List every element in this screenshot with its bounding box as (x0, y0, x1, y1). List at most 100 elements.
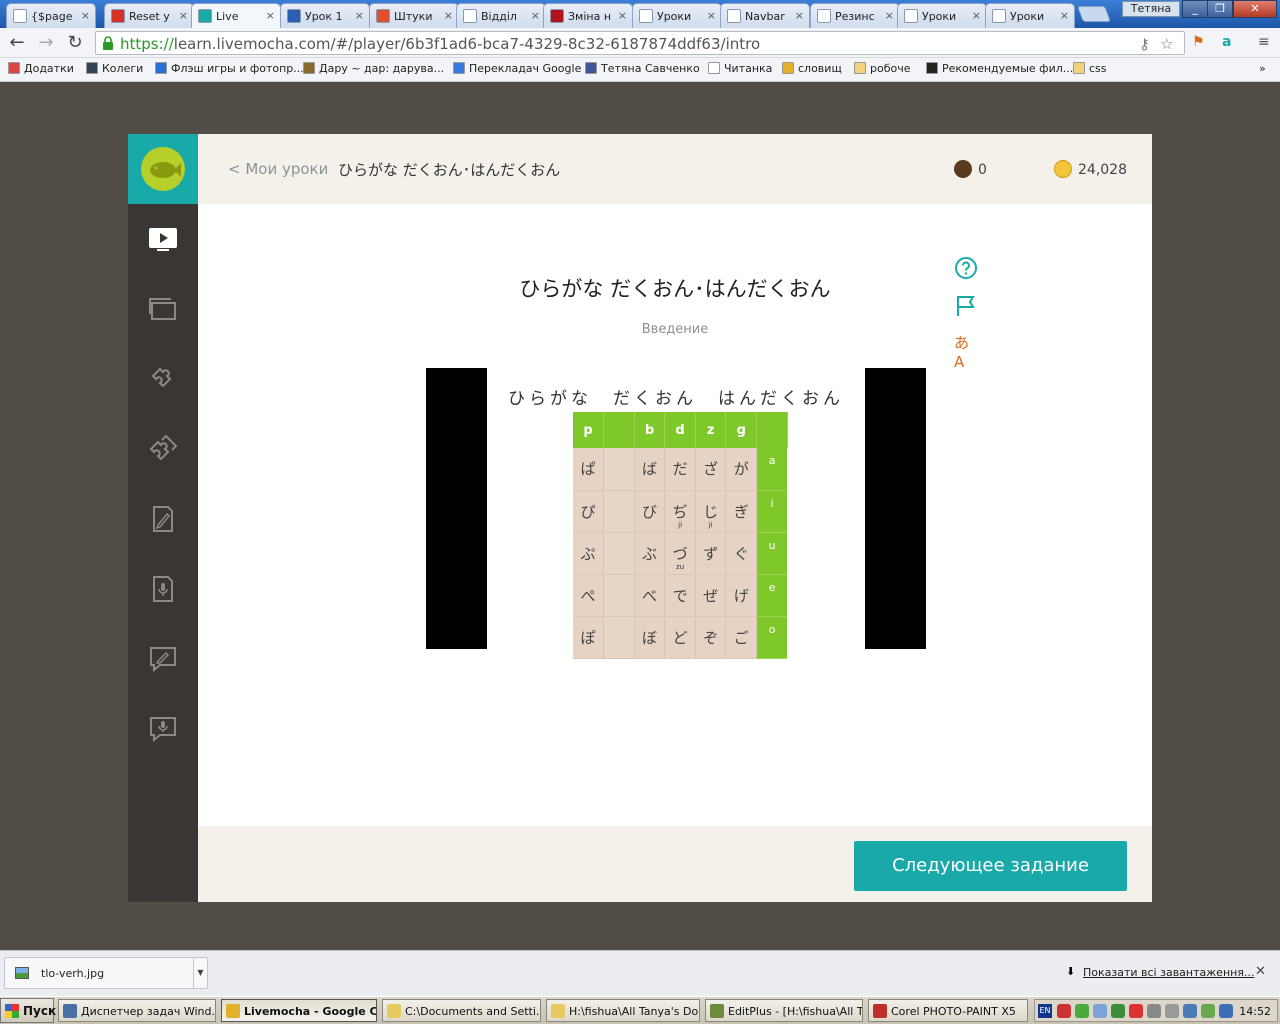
livemocha-icon (198, 9, 212, 23)
puzzle-activity-icon[interactable] (148, 364, 178, 394)
forward-arrow-icon[interactable]: → (35, 32, 57, 54)
close-tab-icon[interactable]: × (618, 9, 627, 22)
antivirus-icon[interactable] (1057, 1004, 1071, 1018)
browser-tab[interactable]: Уроки × (897, 3, 987, 28)
speak-submission-icon[interactable] (148, 714, 178, 744)
bookmark-item[interactable]: Читанка (708, 62, 772, 75)
windows-logo-icon (5, 1004, 19, 1018)
utorrent-icon[interactable] (1075, 1004, 1089, 1018)
kana-char: ぎ (733, 502, 749, 521)
vowel-cell: o (756, 616, 788, 659)
taskbar-button[interactable]: Livemocha - Google C... (221, 999, 377, 1022)
minimize-button[interactable]: _ (1182, 0, 1208, 18)
close-tab-icon[interactable]: × (972, 9, 981, 22)
taskbar-button[interactable]: EditPlus - [H:\fishua\All T... (705, 999, 863, 1022)
browser-tab[interactable]: Штуки × (369, 3, 459, 28)
browser-tab[interactable]: Reset y × (104, 3, 194, 28)
bookmark-item[interactable]: Тетяна Савченко (585, 62, 700, 75)
taskbar-button-label: Corel PHOTO-PAINT X5 (891, 1005, 1016, 1018)
help-icon[interactable] (954, 256, 978, 280)
flag-icon[interactable] (954, 294, 978, 318)
taskbar-button[interactable]: Corel PHOTO-PAINT X5 (868, 999, 1028, 1022)
close-tab-icon[interactable]: × (355, 9, 364, 22)
monitor-tray-icon[interactable] (1219, 1004, 1233, 1018)
close-tab-icon[interactable]: × (179, 9, 188, 22)
taskbar-button-label: EditPlus - [H:\fishua\All T... (728, 1005, 863, 1018)
browser-tab[interactable]: Резинс × (810, 3, 900, 28)
download-options-icon[interactable]: ▼ (193, 958, 207, 988)
close-window-button[interactable]: ✕ (1233, 0, 1277, 18)
browser-tab[interactable]: Navbar × (720, 3, 810, 28)
close-shelf-icon[interactable]: ✕ (1255, 964, 1266, 979)
extension-icon[interactable]: ⚑ (1192, 34, 1205, 50)
reload-icon[interactable]: ↻ (64, 32, 86, 54)
restore-button[interactable]: ❐ (1207, 0, 1233, 18)
browser-tab[interactable]: {$page × (6, 3, 96, 28)
bookmark-item[interactable]: css (1073, 62, 1107, 75)
settings-tray-icon[interactable] (1165, 1004, 1179, 1018)
kana-char: ご (733, 628, 749, 647)
bookmark-item[interactable]: Колеги (86, 62, 143, 75)
matching-activity-icon[interactable] (148, 434, 178, 464)
bookmark-item[interactable]: Рекомендуемые фил... (926, 62, 1073, 75)
menu-icon[interactable]: ≡ (1258, 34, 1270, 50)
new-tab-button[interactable] (1077, 6, 1111, 22)
close-tab-icon[interactable]: × (81, 9, 90, 22)
star-icon[interactable]: ☆ (1160, 35, 1173, 53)
next-task-button[interactable]: Следующее задание (854, 841, 1127, 891)
kana-cell: じ ji (695, 490, 727, 533)
start-button[interactable]: Пуск (0, 998, 56, 1023)
bookmark-item[interactable]: Дару ~ дар: дарува... (303, 62, 444, 75)
close-tab-icon[interactable]: × (266, 9, 275, 22)
bookmark-item[interactable]: словищ (782, 62, 842, 75)
close-tab-icon[interactable]: × (444, 9, 453, 22)
bookmark-item[interactable]: Флэш игры и фотопр... (155, 62, 304, 75)
taskbar-button[interactable]: C:\Documents and Setti... (382, 999, 541, 1022)
download-item[interactable]: tlo-verh.jpg ▼ (4, 957, 208, 989)
video-activity-icon[interactable] (148, 224, 178, 254)
battery-icon[interactable] (1111, 1004, 1125, 1018)
close-tab-icon[interactable]: × (885, 9, 894, 22)
close-tab-icon[interactable]: × (1060, 9, 1069, 22)
browser-tab[interactable]: Урок 1 × (280, 3, 370, 28)
language-toggle-icon[interactable]: あA (954, 332, 978, 371)
display-icon[interactable] (1183, 1004, 1197, 1018)
bookmark-item[interactable]: Додатки (8, 62, 74, 75)
speaking-activity-icon[interactable] (148, 574, 178, 604)
taskbar-button[interactable]: Диспетчер задач Wind... (58, 999, 216, 1022)
browser-tab[interactable]: Уроки × (632, 3, 722, 28)
tab-label: Урок 1 (305, 10, 343, 23)
video-player[interactable]: ひらがな だくおん はんだくおん p b d z g ぱばだざが a ぴびぢ ji じ ji ぎ i ぷぶ… (426, 368, 926, 659)
flashcards-activity-icon[interactable] (148, 294, 178, 324)
kana-row: ぱ ばだざがa (573, 448, 788, 491)
browser-tab[interactable]: Уроки × (985, 3, 1075, 28)
write-submission-icon[interactable] (148, 644, 178, 674)
close-tab-icon[interactable]: × (531, 9, 540, 22)
browser-tab[interactable]: Live × (191, 3, 281, 29)
address-bar[interactable]: https://learn.livemocha.com/#/player/6b3… (95, 31, 1185, 55)
logo[interactable] (128, 134, 198, 204)
my-lessons-link[interactable]: < Мои уроки (228, 160, 328, 178)
close-tab-icon[interactable]: × (795, 9, 804, 22)
taskbar-button[interactable]: H:\fishua\All Tanya's Do... (546, 999, 700, 1022)
bookmark-item[interactable]: робоче (854, 62, 911, 75)
kana-cell: ぺ (573, 574, 605, 617)
tool-tray-icon[interactable] (1201, 1004, 1215, 1018)
language-indicator[interactable]: EN (1038, 1004, 1052, 1018)
browser-tab[interactable]: Зміна н × (543, 3, 633, 28)
browser-tab[interactable]: Відділ × (456, 3, 546, 28)
tab-label: Відділ (481, 10, 517, 23)
close-tab-icon[interactable]: × (707, 9, 716, 22)
bookmarks-overflow-icon[interactable]: » (1259, 62, 1266, 75)
tab-strip: {$page × Reset y × Live × Урок 1 × Штуки × Відділ ×… (0, 0, 1280, 29)
acrobat-icon[interactable] (1129, 1004, 1143, 1018)
back-arrow-icon[interactable]: ← (6, 32, 28, 54)
bookmark-item[interactable]: Перекладач Google (453, 62, 581, 75)
writing-activity-icon[interactable] (148, 504, 178, 534)
profile-button[interactable]: Тетяна (1122, 1, 1180, 17)
network-icon[interactable] (1093, 1004, 1107, 1018)
volume-icon[interactable] (1147, 1004, 1161, 1018)
amazon-assistant-icon[interactable]: a (1222, 34, 1231, 50)
show-all-downloads-link[interactable]: Показати всі завантаження... (1083, 966, 1254, 979)
key-icon[interactable]: ⚷ (1139, 35, 1150, 53)
